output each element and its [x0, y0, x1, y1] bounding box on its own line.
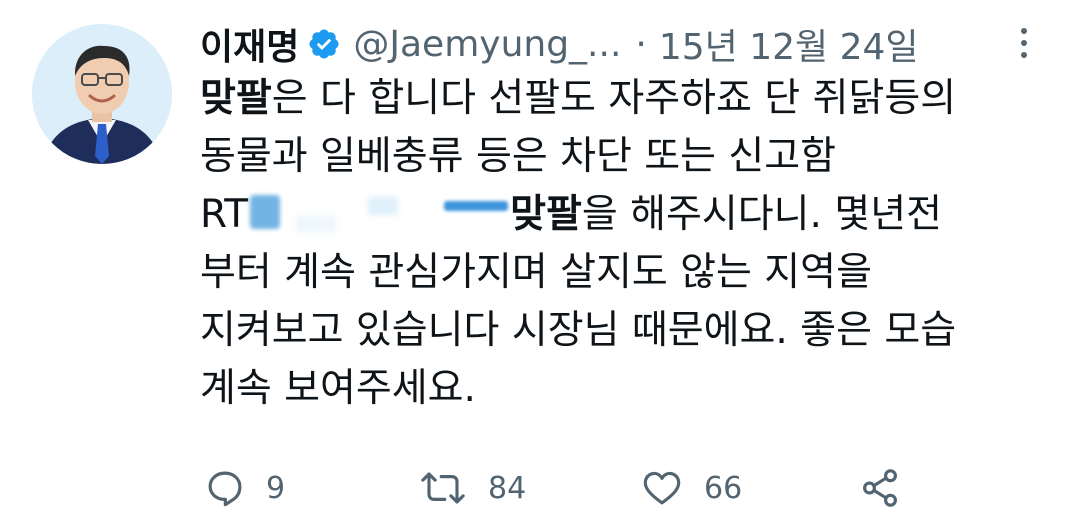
like-count: 66 — [704, 470, 743, 506]
avatar-photo — [32, 24, 172, 164]
tweet-text: 을 해주시다니. 몇년전 — [581, 192, 942, 237]
reply-count: 9 — [266, 470, 286, 506]
retweet-count: 84 — [488, 470, 527, 506]
tweet-line-2: 동물과 일베충류 등은 차단 또는 신고함 — [200, 134, 837, 179]
reply-icon — [208, 471, 242, 507]
tweet[interactable]: 이재명 @Jaemyung_... · 15년 12월 24일 맞팔은 다 합니… — [0, 0, 1080, 528]
avatar[interactable] — [32, 24, 172, 164]
header-separator: · — [635, 23, 647, 65]
retweet-prefix: RT — [200, 192, 249, 237]
tweet-actions: 9 84 66 — [200, 464, 1060, 512]
tweet-header: 이재명 @Jaemyung_... · 15년 12월 24일 — [200, 16, 1060, 72]
reply-button[interactable]: 9 — [204, 464, 285, 512]
share-icon — [863, 469, 897, 507]
heart-icon — [643, 471, 681, 505]
tweet-body: 맞팔은 다 합니다 선팔도 자주하죠 단 쥐닭등의 동물과 일베충류 등은 차단… — [200, 70, 1040, 418]
tweet-line-1: 맞팔은 다 합니다 선팔도 자주하죠 단 쥐닭등의 — [200, 70, 1040, 128]
tweet-date[interactable]: 15년 12월 24일 — [659, 18, 919, 70]
author-name[interactable]: 이재명 — [200, 18, 299, 70]
retweet-button[interactable]: 84 — [418, 464, 526, 512]
tweet-text: 은 다 합니다 선팔도 자주하죠 단 쥐닭등의 — [271, 76, 957, 121]
tweet-line-3: RT 맞팔을 해주시다니. 몇년전 — [200, 186, 1040, 244]
retweet-icon — [421, 472, 465, 504]
like-button[interactable]: 66 — [640, 464, 742, 512]
author-handle[interactable]: @Jaemyung_... — [353, 24, 621, 65]
tweet-line-4: 부터 계속 관심가지며 살지도 않는 지역을 — [200, 250, 872, 295]
verified-badge-icon — [307, 27, 341, 61]
highlight-text: 맞팔 — [510, 192, 582, 237]
redacted-handle — [248, 193, 510, 233]
more-vertical-icon[interactable] — [1012, 28, 1036, 68]
tweet-line-6: 계속 보여주세요. — [200, 366, 476, 411]
highlight-text: 맞팔 — [200, 76, 272, 121]
tweet-line-5: 지켜보고 있습니다 시장님 때문에요. 좋은 모습 — [200, 308, 957, 353]
share-button[interactable] — [858, 464, 902, 512]
